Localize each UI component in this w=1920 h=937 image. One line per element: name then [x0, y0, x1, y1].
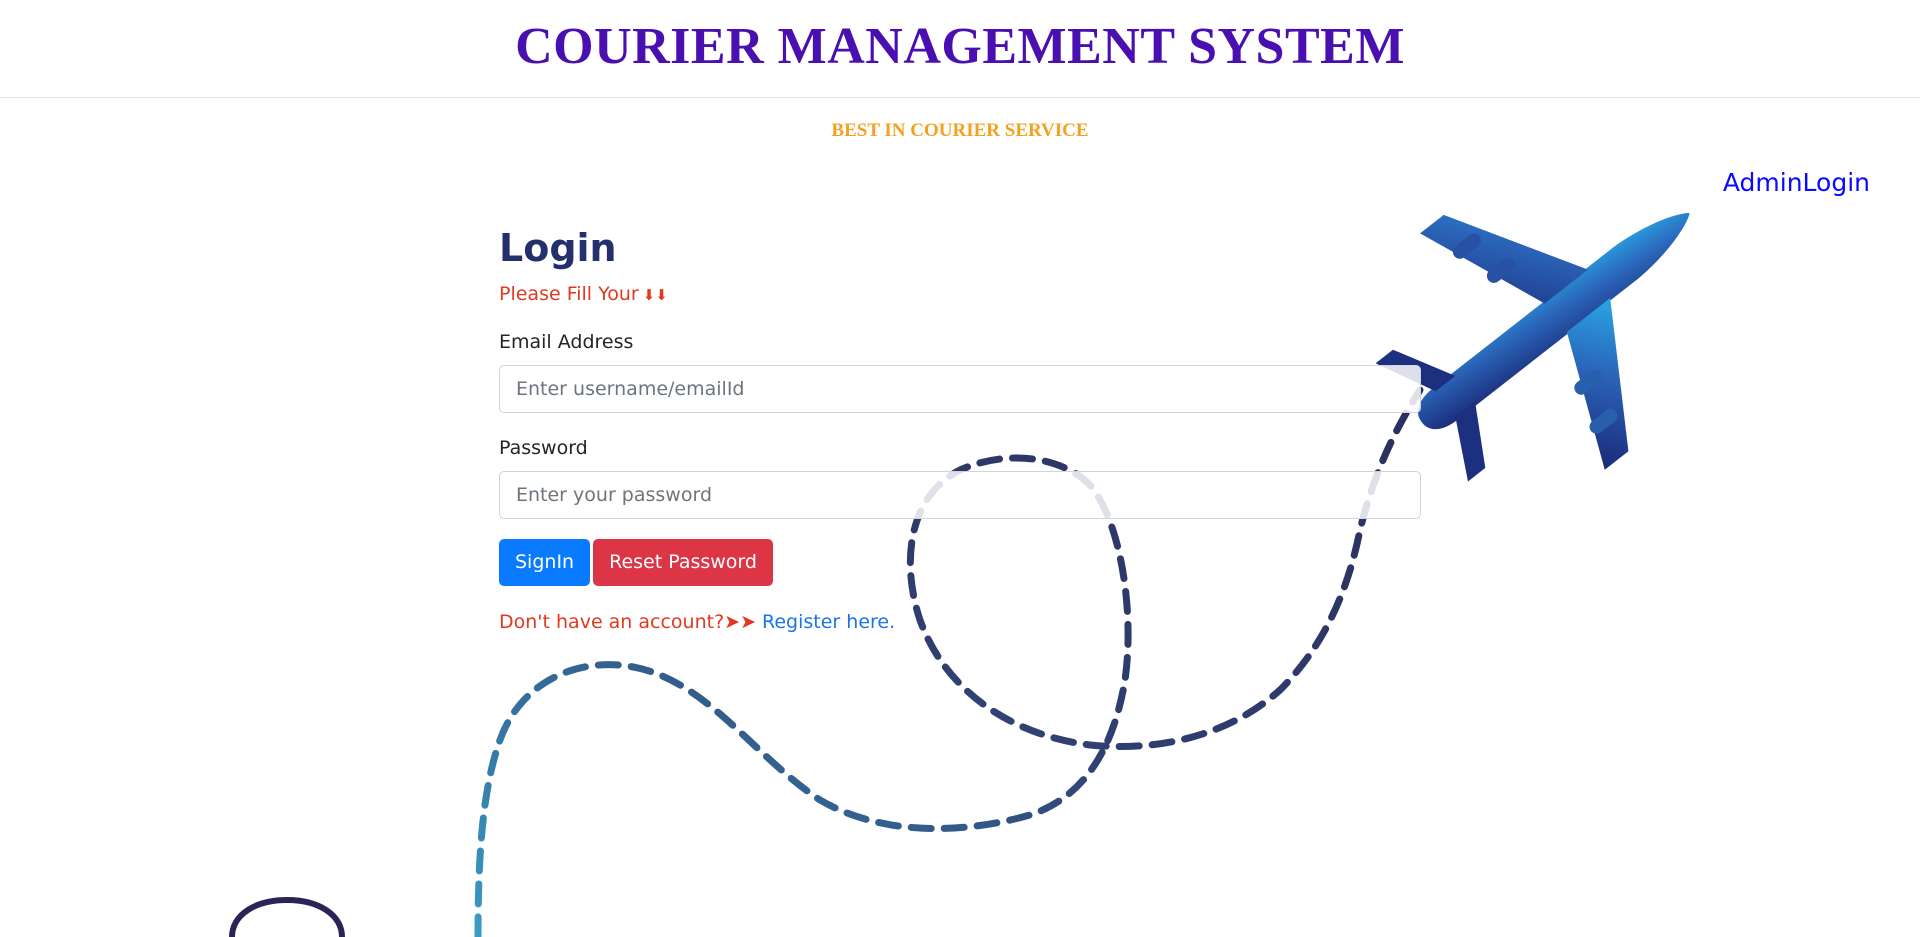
- login-title: Login: [499, 226, 617, 270]
- register-link[interactable]: Register here.: [762, 611, 895, 633]
- site-header: COURIER MANAGEMENT SYSTEM: [0, 0, 1920, 98]
- signin-button[interactable]: SignIn: [499, 539, 591, 586]
- fill-instructions: Please Fill Your ⬇⬇: [499, 280, 1421, 309]
- password-field[interactable]: [499, 471, 1421, 519]
- down-arrows-icon: ⬇⬇: [642, 286, 668, 304]
- admin-login-link[interactable]: AdminLogin: [1723, 168, 1870, 197]
- button-row: SignIn Reset Password: [499, 539, 1421, 586]
- globe-icon: [229, 896, 345, 937]
- no-account-text: Don't have an account?➤➤: [499, 611, 757, 633]
- site-title: COURIER MANAGEMENT SYSTEM: [515, 18, 1405, 75]
- fill-instructions-text: Please Fill Your: [499, 283, 639, 305]
- login-form: Login Please Fill Your⬇⬇ Email Address P…: [499, 220, 1421, 636]
- email-field[interactable]: [499, 365, 1421, 413]
- register-prompt: Don't have an account?➤➤ Register here.: [499, 608, 1421, 636]
- password-label: Password: [499, 437, 588, 459]
- tagline: BEST IN COURIER SERVICE: [831, 120, 1089, 141]
- reset-password-button[interactable]: Reset Password: [593, 539, 773, 586]
- email-label: Email Address: [499, 331, 634, 353]
